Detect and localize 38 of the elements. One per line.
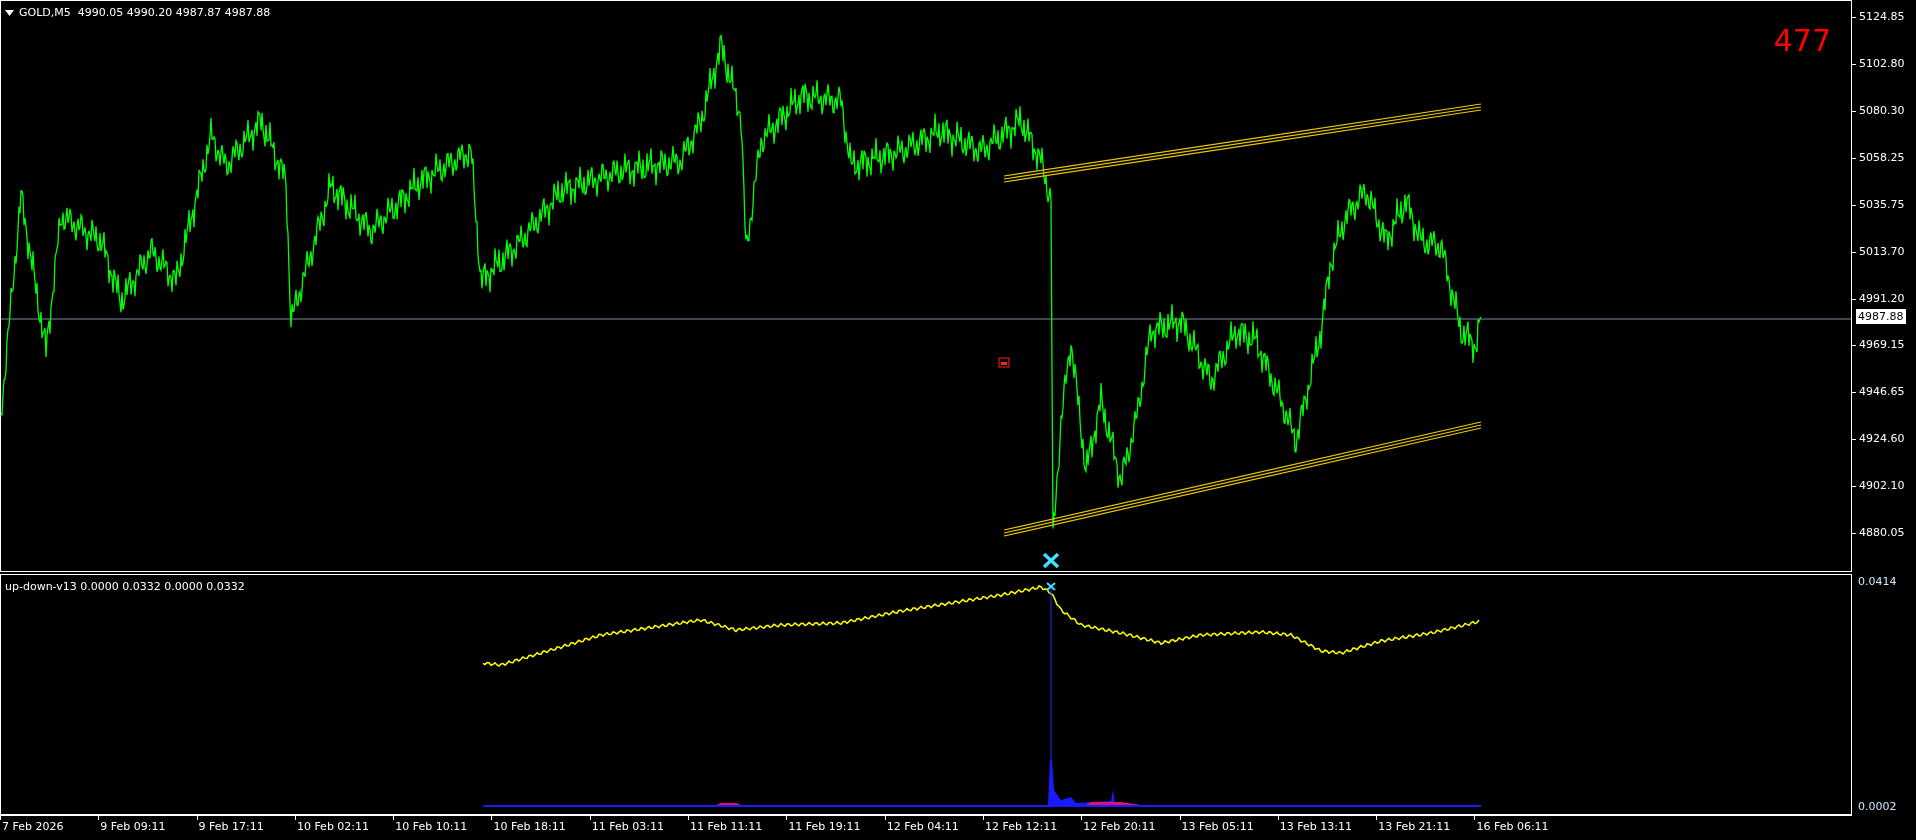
price-label: 5013.70 bbox=[1859, 243, 1905, 260]
time-label: 13 Feb 13:11 bbox=[1279, 820, 1353, 833]
price-label: 4969.15 bbox=[1859, 337, 1905, 354]
time-label: 11 Feb 03:11 bbox=[591, 820, 664, 833]
price-label: 5035.75 bbox=[1859, 196, 1905, 213]
time-label: 16 Feb 06:11 bbox=[1476, 820, 1549, 833]
price-label: 5124.85 bbox=[1859, 9, 1905, 25]
time-label: 10 Feb 10:11 bbox=[395, 820, 468, 833]
price-label: 5058.25 bbox=[1859, 149, 1905, 166]
time-label: 13 Feb 21:11 bbox=[1378, 820, 1451, 833]
price-label: 5102.80 bbox=[1859, 55, 1905, 72]
price-label: 4880.05 bbox=[1859, 525, 1905, 542]
small-cross-icon bbox=[1046, 582, 1056, 591]
time-label: 12 Feb 12:11 bbox=[984, 820, 1058, 833]
time-label: 11 Feb 11:11 bbox=[690, 820, 763, 833]
time-label: 10 Feb 02:11 bbox=[296, 820, 370, 833]
time-label: 11 Feb 19:11 bbox=[788, 820, 861, 833]
alert-icon bbox=[998, 357, 1010, 368]
price-label: 4902.10 bbox=[1859, 478, 1905, 495]
time-label: 13 Feb 05:11 bbox=[1181, 820, 1254, 833]
time-label: 12 Feb 04:11 bbox=[886, 820, 959, 833]
dropdown-icon[interactable] bbox=[5, 9, 14, 16]
indicator-label: up-down-v13 0.0000 0.0332 0.0000 0.0332 bbox=[5, 580, 245, 593]
indicator-scale-label: 0.0414 bbox=[1858, 575, 1898, 588]
time-label: 7 Feb 2026 bbox=[2, 820, 64, 833]
counter-value: 477 bbox=[1773, 23, 1831, 58]
price-label: 4946.65 bbox=[1859, 384, 1905, 401]
chart-header: GOLD,M5 4990.05 4990.20 4987.87 4987.88 bbox=[19, 6, 271, 19]
current-price-tag: 4987.88 bbox=[1856, 309, 1906, 324]
time-label: 10 Feb 18:11 bbox=[493, 820, 566, 833]
price-label: 4991.20 bbox=[1859, 290, 1905, 307]
price-label: 4924.60 bbox=[1859, 431, 1905, 448]
cross-icon bbox=[1042, 552, 1060, 569]
time-label: 9 Feb 17:11 bbox=[198, 820, 264, 833]
time-label: 9 Feb 09:11 bbox=[100, 820, 166, 833]
indicator-scale-label: 0.0002 bbox=[1858, 800, 1898, 813]
price-label: 5080.30 bbox=[1859, 102, 1905, 119]
time-label: 12 Feb 20:11 bbox=[1083, 820, 1156, 833]
